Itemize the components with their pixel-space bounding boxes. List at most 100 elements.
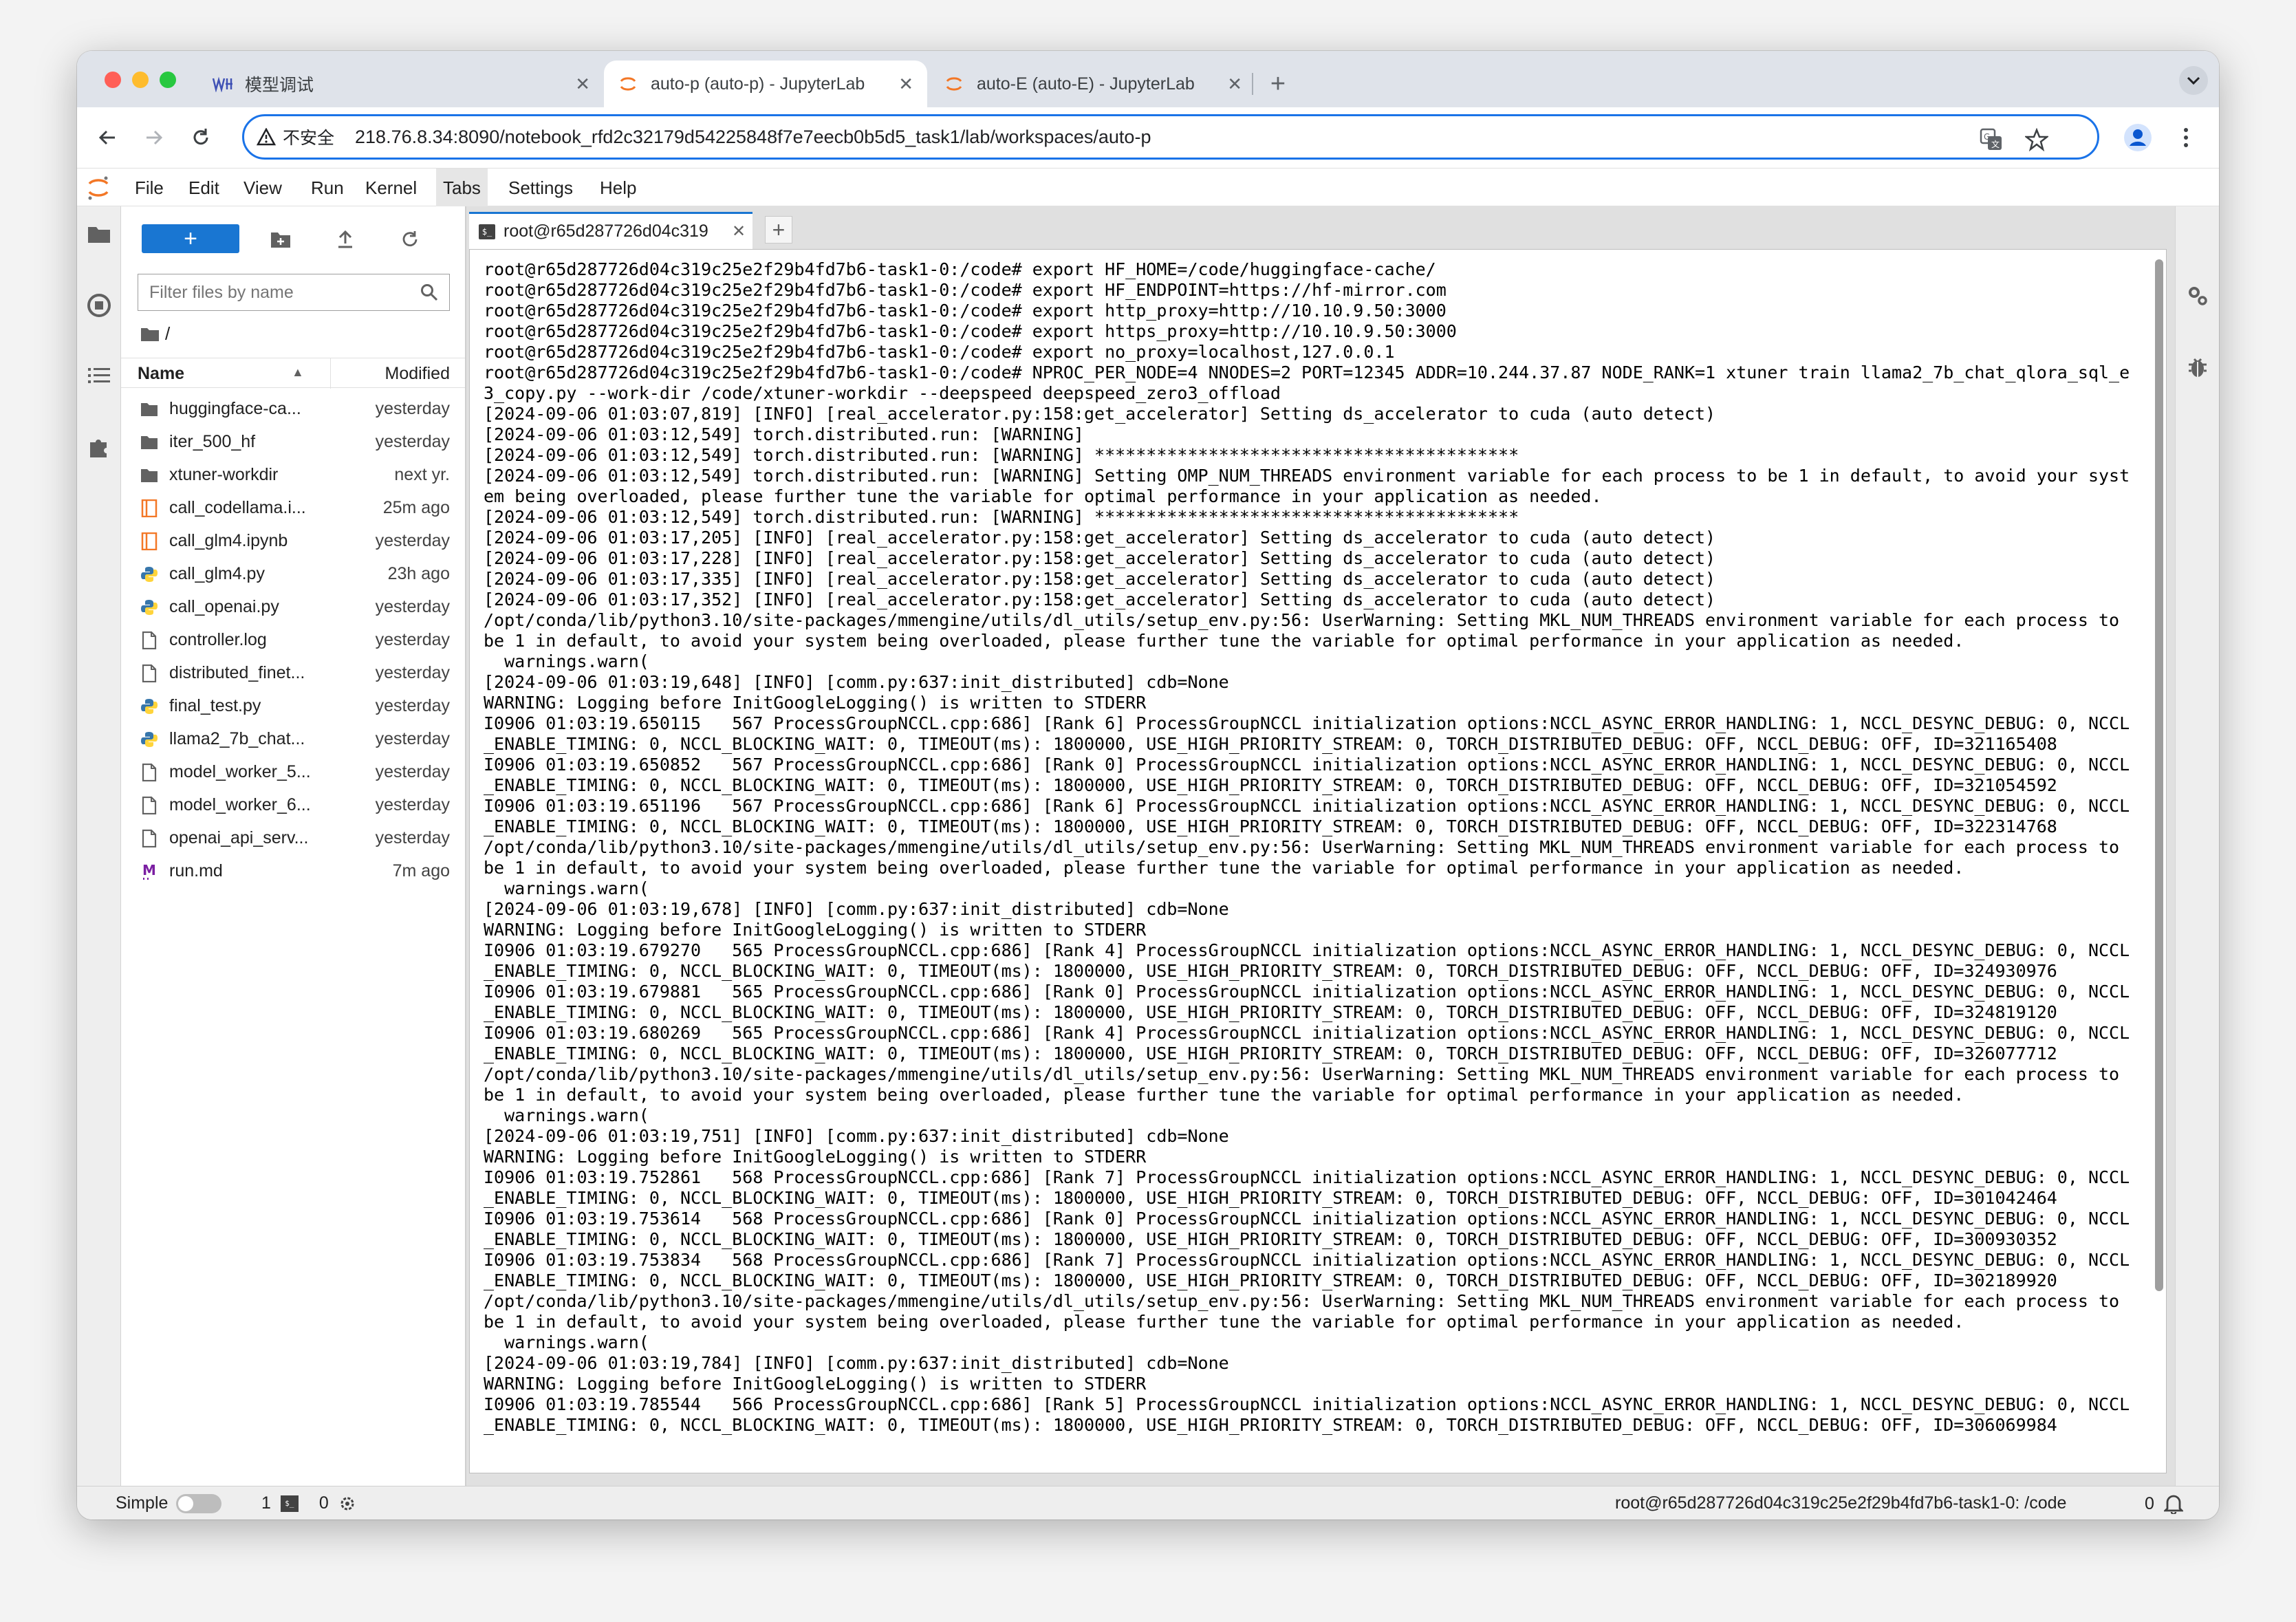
menu-file[interactable]: File — [128, 169, 171, 207]
file-list-item[interactable]: call_glm4.py 23h ago — [121, 557, 465, 590]
menu-edit[interactable]: Edit — [182, 169, 226, 207]
upload-button[interactable] — [332, 226, 359, 253]
profile-button[interactable] — [2121, 121, 2154, 154]
translate-button[interactable]: G文 — [1978, 126, 2005, 153]
terminal-line: [2024-09-06 01:03:12,549] torch.distribu… — [484, 507, 1519, 527]
tab-close-icon[interactable]: ✕ — [1227, 74, 1242, 95]
modified-column-header[interactable]: Modified — [385, 364, 451, 384]
tab-close-icon[interactable]: ✕ — [575, 74, 590, 95]
new-tab-button[interactable]: + — [1257, 63, 1299, 105]
file-modified: yesterday — [375, 663, 450, 682]
file-list-item[interactable]: llama2_7b_chat... yesterday — [121, 722, 465, 755]
file-list-item[interactable]: call_openai.py yesterday — [121, 590, 465, 623]
file-browser-tab[interactable] — [85, 220, 113, 248]
file-modified: yesterday — [375, 729, 450, 748]
terminal-panel[interactable]: root@r65d287726d04c319c25e2f29b4fd7b6-ta… — [469, 249, 2167, 1473]
tab-title: 模型调试 — [245, 76, 314, 95]
folder-icon — [140, 466, 158, 484]
terminal-line: I0906 01:03:19.651196 567 ProcessGroupNC… — [484, 796, 2130, 816]
home-folder-icon[interactable] — [140, 327, 160, 342]
terminal-line: _ENABLE_TIMING: 0, NCCL_BLOCKING_WAIT: 0… — [484, 1415, 2057, 1435]
minimize-window-button[interactable] — [132, 72, 149, 88]
tab-separator — [1252, 73, 1253, 95]
file-name: call_glm4.ipynb — [169, 531, 288, 550]
tab-close-icon[interactable]: ✕ — [898, 74, 913, 95]
terminal-line: [2024-09-06 01:03:17,205] [INFO] [real_a… — [484, 528, 1716, 548]
browser-menu-button[interactable] — [2169, 121, 2202, 154]
menu-view[interactable]: View — [237, 169, 289, 207]
bookmark-star-button[interactable] — [2023, 126, 2050, 153]
address-bar[interactable]: 不安全 218.76.8.34:8090/notebook_rfd2c32179… — [242, 114, 2099, 160]
file-list-item[interactable]: controller.log yesterday — [121, 623, 465, 656]
file-list-item[interactable]: final_test.py yesterday — [121, 689, 465, 722]
terminal-line: _ENABLE_TIMING: 0, NCCL_BLOCKING_WAIT: 0… — [484, 1002, 2057, 1022]
refresh-button[interactable] — [396, 226, 424, 253]
tab-search-button[interactable] — [2179, 66, 2208, 95]
menu-kernel[interactable]: Kernel — [358, 169, 424, 207]
svg-text:文: 文 — [1991, 139, 2000, 149]
debugger-tab[interactable] — [2184, 354, 2211, 381]
file-name: huggingface-ca... — [169, 399, 301, 418]
close-window-button[interactable] — [105, 72, 121, 88]
file-name: call_glm4.py — [169, 564, 265, 583]
python-icon — [140, 598, 158, 616]
file-list-item[interactable]: model_worker_5... yesterday — [121, 755, 465, 788]
sort-ascending-icon[interactable]: ▲ — [292, 365, 304, 380]
translate-icon: G文 — [1980, 128, 2002, 150]
terminal-scrollbar[interactable] — [2155, 259, 2163, 1291]
simple-mode-switch[interactable]: Simple — [116, 1493, 222, 1513]
menu-tabs[interactable]: Tabs — [436, 169, 488, 207]
terminal-line: _ENABLE_TIMING: 0, NCCL_BLOCKING_WAIT: 0… — [484, 734, 2057, 754]
table-of-contents-tab[interactable] — [85, 362, 113, 389]
file-list-item[interactable]: xtuner-workdir next yr. — [121, 458, 465, 491]
property-inspector-tab[interactable] — [2184, 282, 2211, 310]
terminal-line: root@r65d287726d04c319c25e2f29b4fd7b6-ta… — [484, 301, 1447, 321]
breadcrumb-root[interactable]: / — [165, 323, 170, 345]
menu-help[interactable]: Help — [593, 169, 643, 207]
notifications-count: 0 — [2145, 1493, 2154, 1513]
terminal-line: I0906 01:03:19.650852 567 ProcessGroupNC… — [484, 755, 2130, 775]
file-modified: yesterday — [375, 399, 450, 418]
file-name: iter_500_hf — [169, 432, 256, 451]
terminal-line: /opt/conda/lib/python3.10/site-packages/… — [484, 1064, 2120, 1084]
notifications-indicator[interactable]: 0 — [2145, 1493, 2183, 1514]
url-text[interactable]: 218.76.8.34:8090/notebook_rfd2c32179d542… — [355, 127, 1151, 148]
running-terminals-indicator[interactable]: 1 $_ 0 — [261, 1493, 356, 1513]
file-list-item[interactable]: Mrun.md 7m ago — [121, 854, 465, 887]
add-tab-button[interactable]: + — [765, 216, 792, 244]
file-list-item[interactable]: model_worker_6... yesterday — [121, 788, 465, 821]
terminal-output[interactable]: root@r65d287726d04c319c25e2f29b4fd7b6-ta… — [484, 259, 2148, 1436]
browser-tab-model-debug[interactable]: 模型调试 ✕ — [198, 61, 604, 107]
file-list-item[interactable]: iter_500_hf yesterday — [121, 425, 465, 458]
security-indicator[interactable]: 不安全 — [257, 125, 334, 149]
filter-files-input[interactable] — [148, 281, 420, 303]
filter-files-box[interactable] — [138, 274, 450, 311]
terminal-line: [2024-09-06 01:03:12,549] torch.distribu… — [484, 466, 2130, 486]
terminal-document-tab[interactable]: $_ root@r65d287726d04c319 ✕ — [469, 212, 752, 249]
file-list-item[interactable]: call_glm4.ipynb yesterday — [121, 524, 465, 557]
forward-button[interactable] — [138, 121, 171, 154]
simple-mode-toggle[interactable] — [176, 1493, 222, 1513]
name-column-header[interactable]: Name — [138, 364, 184, 384]
new-folder-button[interactable] — [267, 226, 294, 253]
menu-settings[interactable]: Settings — [501, 169, 580, 207]
new-launcher-button[interactable]: + — [142, 224, 239, 253]
file-list-item[interactable]: distributed_finet... yesterday — [121, 656, 465, 689]
file-list-item[interactable]: openai_api_serv... yesterday — [121, 821, 465, 854]
browser-tab-auto-e[interactable]: auto-E (auto-E) - JupyterLab ✕ — [930, 61, 1256, 107]
terminal-line: [2024-09-06 01:03:17,228] [INFO] [real_a… — [484, 548, 1716, 568]
file-list-item[interactable]: call_codellama.i... 25m ago — [121, 491, 465, 524]
extension-manager-tab[interactable] — [85, 433, 113, 461]
file-list-header: Name ▲ Modified — [121, 358, 465, 389]
close-tab-icon[interactable]: ✕ — [732, 221, 746, 241]
running-sessions-tab[interactable] — [85, 292, 113, 319]
menu-run[interactable]: Run — [304, 169, 351, 207]
reload-button[interactable] — [184, 121, 217, 154]
browser-tab-auto-p[interactable]: auto-p (auto-p) - JupyterLab ✕ — [604, 61, 927, 107]
terminal-line: I0906 01:03:19.650115 567 ProcessGroupNC… — [484, 713, 2130, 733]
column-divider — [330, 358, 331, 389]
file-name: run.md — [169, 861, 223, 880]
zoom-window-button[interactable] — [160, 72, 176, 88]
back-button[interactable] — [91, 121, 124, 154]
file-list-item[interactable]: huggingface-ca... yesterday — [121, 392, 465, 425]
